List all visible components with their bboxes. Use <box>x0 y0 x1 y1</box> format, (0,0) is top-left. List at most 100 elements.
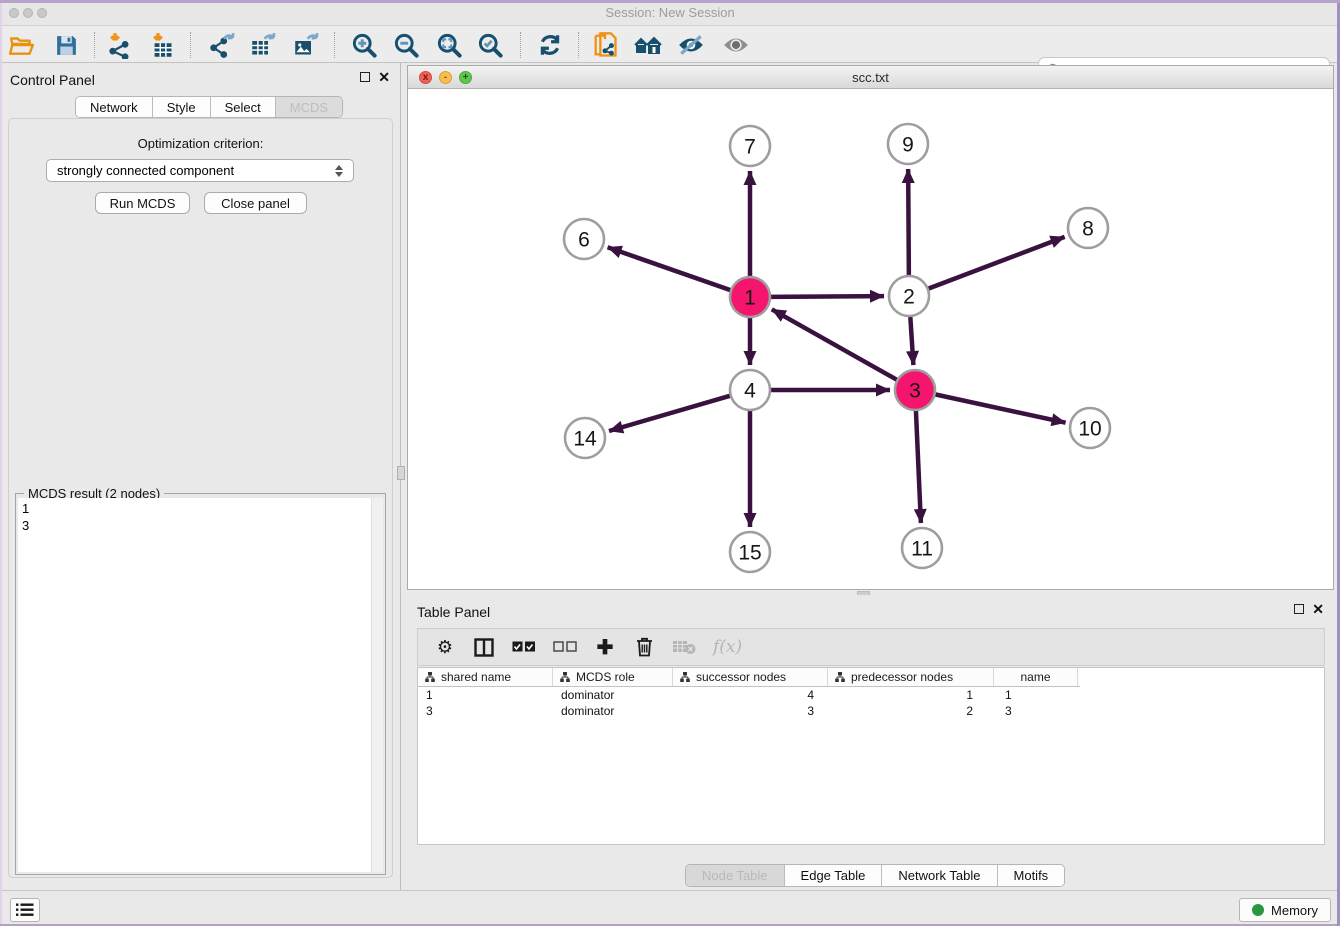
tab-network-table[interactable]: Network Table <box>882 865 997 886</box>
main-toolbar <box>0 26 1340 63</box>
tab-select[interactable]: Select <box>211 97 276 117</box>
graph-edge-1-6[interactable] <box>608 247 732 290</box>
table-row[interactable]: 3 dominator 3 2 3 <box>418 703 1324 719</box>
network-view-window: x - + scc.txt 7968124314101511 <box>407 65 1334 590</box>
graph-node-label-11: 11 <box>911 538 933 561</box>
graph-node-label-15: 15 <box>738 542 761 565</box>
graph-edge-2-3[interactable] <box>910 316 913 365</box>
import-table-icon[interactable] <box>148 31 176 59</box>
apply-layout-icon[interactable] <box>536 31 564 59</box>
graph-node-label-7: 7 <box>744 136 756 159</box>
result-scrollbar[interactable] <box>371 498 383 872</box>
column-header-name[interactable]: name <box>994 668 1078 686</box>
float-panel-icon[interactable] <box>360 72 370 82</box>
graph-edge-4-14[interactable] <box>609 396 731 431</box>
cell-predecessor-nodes[interactable]: 1 <box>828 687 994 703</box>
float-table-panel-icon[interactable] <box>1294 604 1304 614</box>
graph-edge-2-8[interactable] <box>928 237 1065 289</box>
export-network-icon[interactable] <box>207 31 235 59</box>
close-panel-icon[interactable]: ✕ <box>378 72 390 82</box>
toolbar-separator <box>334 32 335 58</box>
show-column-panel-icon[interactable] <box>473 635 495 659</box>
table-row[interactable]: 1 dominator 4 1 1 <box>418 687 1324 703</box>
network-window-title: scc.txt <box>408 70 1333 85</box>
network-overview-icon[interactable] <box>634 31 662 59</box>
graph-node-label-14: 14 <box>573 428 597 451</box>
app-titlebar: Session: New Session <box>0 0 1340 26</box>
table-tabs: Node Table Edge Table Network Table Moti… <box>685 864 1065 887</box>
close-table-panel-icon[interactable]: ✕ <box>1312 604 1324 614</box>
cell-name[interactable]: 3 <box>994 703 1078 719</box>
deselect-all-icon[interactable] <box>553 635 577 659</box>
tab-style[interactable]: Style <box>153 97 211 117</box>
tab-motifs[interactable]: Motifs <box>998 865 1065 886</box>
run-mcds-button[interactable]: Run MCDS <box>95 192 190 214</box>
clone-network-icon[interactable] <box>591 31 619 59</box>
cell-predecessor-nodes[interactable]: 2 <box>828 703 994 719</box>
toolbar-separator <box>94 32 95 58</box>
table-panel-title: Table Panel <box>417 604 490 620</box>
table-panel: Table Panel ✕ ⚙ ✚ f(x) shared name <box>407 595 1334 890</box>
criterion-select[interactable]: strongly connected component <box>46 159 354 182</box>
export-table-icon[interactable] <box>249 31 277 59</box>
graph-edge-2-9[interactable] <box>908 169 909 276</box>
column-header-predecessor-nodes[interactable]: predecessor nodes <box>828 668 994 686</box>
cell-successor-nodes[interactable]: 3 <box>673 703 828 719</box>
control-panel-title: Control Panel <box>10 72 95 88</box>
select-arrows-icon <box>335 165 343 177</box>
cell-mcds-role[interactable]: dominator <box>553 687 673 703</box>
open-file-icon[interactable] <box>8 31 36 59</box>
delete-table-icon[interactable] <box>672 635 696 659</box>
select-all-icon[interactable] <box>512 635 536 659</box>
cell-successor-nodes[interactable]: 4 <box>673 687 828 703</box>
node-table: shared name MCDS role successor nodes pr… <box>417 667 1325 845</box>
graph-node-label-2: 2 <box>903 286 915 309</box>
close-panel-button[interactable]: Close panel <box>204 192 307 214</box>
save-session-icon[interactable] <box>52 31 80 59</box>
delete-column-icon[interactable] <box>633 635 655 659</box>
tab-edge-table[interactable]: Edge Table <box>785 865 883 886</box>
graph-node-label-1: 1 <box>744 287 756 310</box>
network-canvas[interactable]: 7968124314101511 <box>408 89 1333 589</box>
graph-edge-1-2[interactable] <box>770 296 884 297</box>
toolbar-separator <box>520 32 521 58</box>
graph-node-label-8: 8 <box>1082 218 1094 241</box>
show-graphics-details-icon[interactable] <box>722 31 750 59</box>
graph-node-label-4: 4 <box>744 380 756 403</box>
memory-button[interactable]: Memory <box>1239 898 1331 922</box>
add-column-icon[interactable]: ✚ <box>594 635 616 659</box>
tab-network[interactable]: Network <box>76 97 153 117</box>
show-panels-menu-button[interactable] <box>10 898 40 922</box>
network-window-titlebar[interactable]: x - + scc.txt <box>408 66 1333 89</box>
cell-shared-name[interactable]: 3 <box>418 703 553 719</box>
tab-mcds[interactable]: MCDS <box>276 97 342 117</box>
cell-name[interactable]: 1 <box>994 687 1078 703</box>
cell-mcds-role[interactable]: dominator <box>553 703 673 719</box>
export-image-icon[interactable] <box>292 31 320 59</box>
vertical-splitter-grip[interactable] <box>397 466 405 480</box>
zoom-selected-icon[interactable] <box>476 31 504 59</box>
criterion-value: strongly connected component <box>57 163 335 178</box>
import-network-icon[interactable] <box>105 31 133 59</box>
graph-edge-3-1[interactable] <box>772 309 898 380</box>
table-toolbar: ⚙ ✚ f(x) <box>417 628 1325 666</box>
zoom-fit-icon[interactable] <box>435 31 463 59</box>
network-graph[interactable]: 7968124314101511 <box>408 89 1333 589</box>
mcds-result-text[interactable]: 1 3 <box>18 498 371 872</box>
graph-edge-3-11[interactable] <box>916 410 921 523</box>
control-panel-tabs: Network Style Select MCDS <box>75 96 343 118</box>
memory-label: Memory <box>1271 903 1318 918</box>
zoom-in-icon[interactable] <box>350 31 378 59</box>
attribute-icon <box>560 672 570 682</box>
app-title: Session: New Session <box>0 5 1340 20</box>
cell-shared-name[interactable]: 1 <box>418 687 553 703</box>
table-options-icon[interactable]: ⚙ <box>434 635 456 659</box>
column-header-mcds-role[interactable]: MCDS role <box>553 668 673 686</box>
hide-graphics-details-icon[interactable] <box>677 31 705 59</box>
column-header-shared-name[interactable]: shared name <box>418 668 553 686</box>
graph-edge-3-10[interactable] <box>935 394 1066 422</box>
zoom-out-icon[interactable] <box>392 31 420 59</box>
function-builder-icon[interactable]: f(x) <box>713 635 742 659</box>
tab-node-table[interactable]: Node Table <box>686 865 785 886</box>
column-header-successor-nodes[interactable]: successor nodes <box>673 668 828 686</box>
